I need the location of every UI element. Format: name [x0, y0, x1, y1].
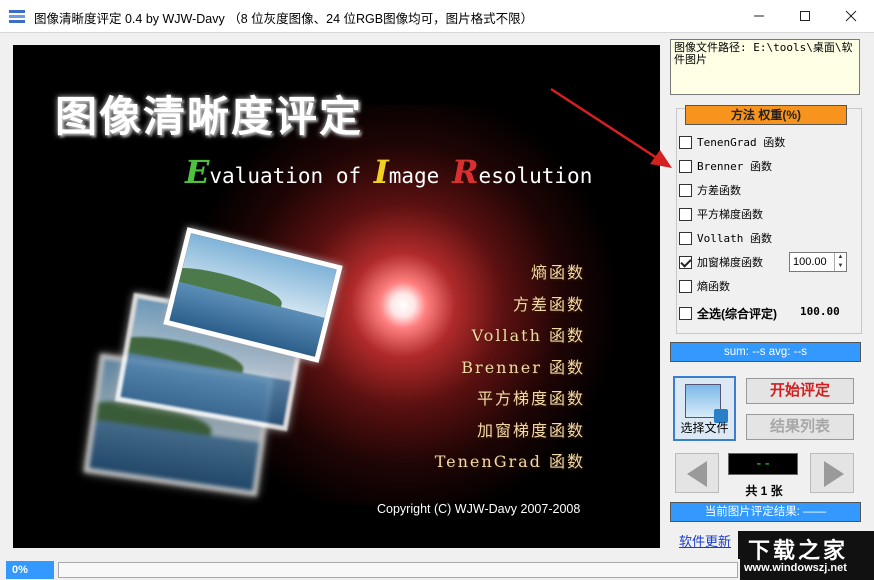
checkbox[interactable] [679, 279, 692, 293]
watermark-logo: 下载之家 www.windowszj.net [738, 531, 874, 580]
splash-function-item: 熵函数 [530, 263, 585, 282]
image-index-display: -- [728, 453, 798, 475]
subtitle-cap-r: R [451, 153, 479, 191]
weight-value[interactable]: 100.00 [790, 253, 834, 271]
splash-function-item: 平方梯度函数 [476, 389, 585, 408]
method-label: 方差函数 [697, 184, 741, 197]
checkbox[interactable] [679, 306, 692, 320]
method-label: 加窗梯度函数 [697, 256, 763, 269]
splash-function-item: Brenner 函数 [461, 357, 585, 377]
subtitle-cap-i: I [373, 153, 389, 191]
method-square-gradient[interactable]: 平方梯度函数 [679, 204, 763, 224]
splash-function-item: TenenGrad 函数 [434, 452, 585, 471]
image-display: 图像清晰度评定 Evaluation of Image Resolution 熵… [13, 45, 660, 548]
file-path-box[interactable]: 图像文件路径: E:\tools\桌面\软件图片 [670, 39, 860, 95]
arrow-right-icon [824, 461, 844, 487]
status-bar: 0% [0, 559, 740, 580]
close-button[interactable] [828, 0, 874, 32]
next-image-button[interactable] [810, 453, 854, 493]
sum-avg-bar: sum: --s avg: --s [670, 342, 861, 362]
maximize-icon [800, 11, 810, 21]
method-brenner[interactable]: Brenner 函数 [679, 156, 772, 176]
method-window-gradient[interactable]: 加窗梯度函数 [679, 252, 763, 272]
minimize-button[interactable] [736, 0, 782, 32]
checkbox[interactable] [679, 207, 692, 221]
image-count: 共 1 张 [745, 484, 783, 498]
select-file-label: 选择文件 [680, 421, 729, 435]
file-open-icon [685, 384, 728, 423]
progress-label: 0% [6, 561, 54, 579]
splash-function-item: Vollath 函数 [471, 326, 585, 345]
start-evaluation-button[interactable]: 开始评定 [746, 378, 854, 404]
method-variance[interactable]: 方差函数 [679, 180, 741, 200]
checkbox[interactable] [679, 231, 692, 245]
arrow-left-icon [687, 461, 707, 487]
splash-function-item: 方差函数 [512, 294, 585, 314]
progress-bar [58, 562, 738, 578]
splash-function-list: 熵函数 方差函数 Vollath 函数 Brenner 函数 平方梯度函数 加窗… [435, 257, 585, 478]
checkbox[interactable] [679, 183, 692, 197]
splash-subtitle: Evaluation of Image Resolution [185, 153, 592, 191]
subtitle-cap-e: E [185, 153, 210, 191]
watermark-title: 下载之家 [748, 538, 849, 564]
method-header: 方法 权重(%) [685, 105, 847, 125]
current-result-bar: 当前图片评定结果: —— [670, 502, 861, 522]
method-label: 熵函数 [697, 280, 730, 293]
checkbox[interactable] [679, 135, 692, 149]
checkbox[interactable] [679, 159, 692, 173]
method-label: Brenner 函数 [697, 160, 772, 173]
method-tenengrad[interactable]: TenenGrad 函数 [679, 132, 785, 152]
copyright: Copyright (C) WJW-Davy 2007-2008 [377, 502, 581, 516]
method-label: TenenGrad 函数 [697, 136, 786, 149]
previous-image-button[interactable] [675, 453, 719, 493]
subtitle-part-e: valuation of [209, 164, 374, 188]
weight-spinner[interactable]: 100.00 ▲ ▼ [789, 252, 847, 272]
window-title: 图像清晰度评定 0.4 by WJW-Davy （8 位灰度图像、24 位RGB… [34, 12, 534, 26]
splash-function-item: 加窗梯度函数 [476, 420, 585, 440]
close-icon [845, 10, 857, 22]
result-list-button[interactable]: 结果列表 [746, 414, 854, 440]
splash-title: 图像清晰度评定 [55, 92, 364, 141]
select-all-value: 100.00 [800, 305, 840, 318]
method-entropy[interactable]: 熵函数 [679, 276, 730, 296]
spin-down-icon[interactable]: ▼ [835, 262, 846, 271]
select-all[interactable]: 全选(综合评定) [679, 303, 777, 323]
select-all-label: 全选(综合评定) [697, 306, 777, 321]
subtitle-part-r: esolution [478, 164, 593, 188]
spin-up-icon[interactable]: ▲ [835, 253, 846, 262]
select-file-button[interactable]: 选择文件 [673, 376, 736, 441]
app-icon [9, 10, 25, 23]
method-vollath[interactable]: Vollath 函数 [679, 228, 772, 248]
checkbox-checked[interactable] [679, 255, 692, 269]
subtitle-part-i: mage [388, 164, 452, 188]
watermark-url: www.windowszj.net [744, 562, 847, 574]
method-label: 平方梯度函数 [697, 208, 763, 221]
title-bar: 图像清晰度评定 0.4 by WJW-Davy （8 位灰度图像、24 位RGB… [0, 0, 874, 32]
method-label: Vollath 函数 [697, 232, 772, 245]
client-area: 图像清晰度评定 Evaluation of Image Resolution 熵… [0, 32, 874, 580]
maximize-button[interactable] [782, 0, 828, 32]
software-update-link[interactable]: 软件更新 [679, 531, 731, 550]
spinner-buttons[interactable]: ▲ ▼ [834, 253, 846, 271]
minimize-icon [754, 15, 764, 17]
